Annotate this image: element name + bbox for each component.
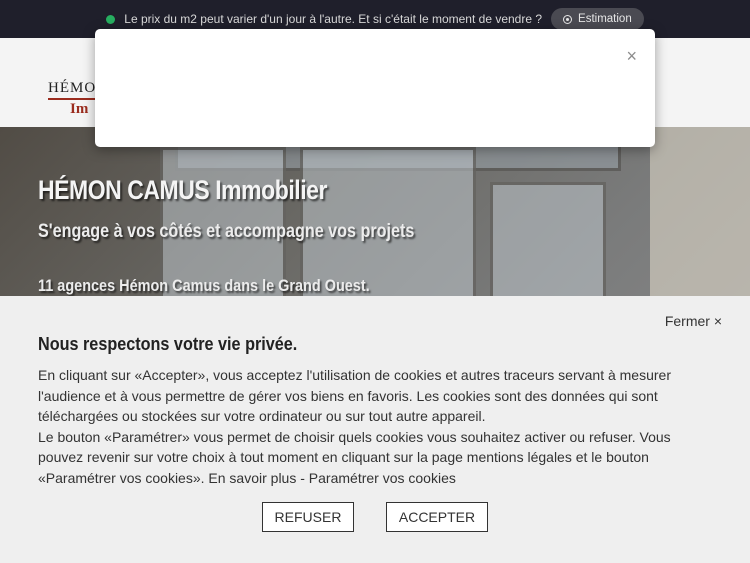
announcement-message: Le prix du m2 peut varier d'un jour à l'… <box>124 12 543 26</box>
hero-title: HÉMON CAMUS Immobilier <box>38 175 328 205</box>
refuse-button[interactable]: REFUSER <box>262 502 354 532</box>
modal-dialog: × <box>95 29 655 147</box>
cookie-title: Nous respectons votre vie privée. <box>38 334 298 354</box>
estimation-button[interactable]: Estimation <box>551 8 644 30</box>
cookie-description: En cliquant sur «Accepter», vous accepte… <box>38 365 713 489</box>
status-dot-icon <box>106 14 116 24</box>
hero-subtitle: S'engage à vos côtés et accompagne vos p… <box>38 221 415 242</box>
accept-button[interactable]: ACCEPTER <box>386 502 488 532</box>
cookie-banner: Fermer × Nous respectons votre vie privé… <box>0 296 750 563</box>
cookie-settings-link[interactable]: Paramétrer vos cookies <box>309 470 456 486</box>
hero-agencies: 11 agences Hémon Camus dans le Grand Oue… <box>38 276 370 295</box>
modal-close-icon[interactable]: × <box>626 47 637 65</box>
estimation-label: Estimation <box>578 13 632 25</box>
hero-background-curtain <box>650 127 750 297</box>
learn-more-link[interactable]: En savoir plus <box>208 470 296 486</box>
cookie-paragraph-2: Le bouton «Paramétrer» vous permet de ch… <box>38 427 713 489</box>
cookie-paragraph-1: En cliquant sur «Accepter», vous accepte… <box>38 367 671 425</box>
link-separator: - <box>296 469 309 486</box>
target-icon <box>563 14 573 24</box>
cookie-close-button[interactable]: Fermer × <box>665 313 722 329</box>
